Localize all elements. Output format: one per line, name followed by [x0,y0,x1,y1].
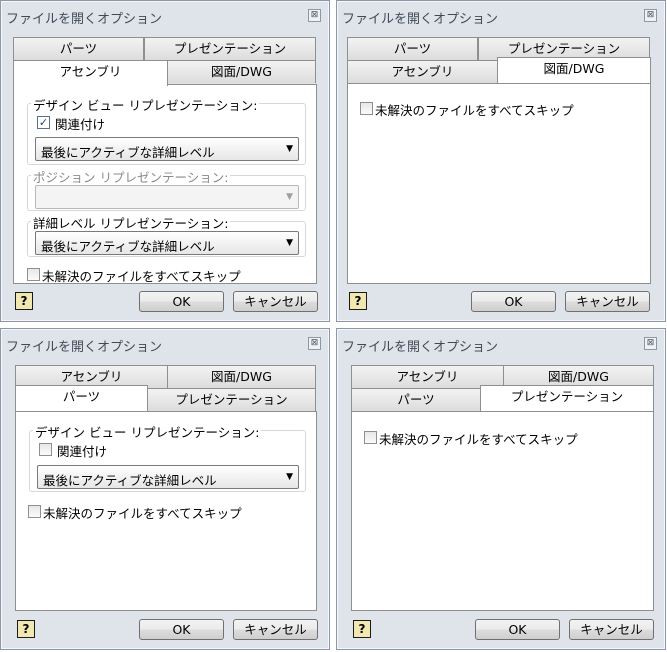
ok-button[interactable]: OK [475,619,560,640]
design-view-group: デザイン ビュー リプレゼンテーション: 関連付け 最後にアクティブな詳細レベル… [29,422,306,492]
help-icon[interactable]: ? [353,620,371,638]
cancel-button[interactable]: キャンセル [565,291,650,312]
window-title: ファイルを開くオプション [6,12,163,27]
dialog-assembly: ファイルを開くオプション ⊠ パーツ プレゼンテーション アセンブリ 図面/DW… [0,0,330,322]
skip-unresolved-label: 未解決のファイルをすべてスキップ [375,103,574,118]
ok-button[interactable]: OK [139,619,224,640]
tab-panel: 未解決のファイルをすべてスキップ [347,83,651,284]
ok-button[interactable]: OK [139,291,224,312]
chevron-down-icon: ▼ [286,144,293,154]
chevron-down-icon: ▼ [286,238,293,248]
tab-presentation[interactable]: プレゼンテーション [147,388,316,411]
design-view-label: デザイン ビュー リプレゼンテーション: [31,95,260,114]
lod-group: 詳細レベル リプレゼンテーション: 最後にアクティブな詳細レベル ▼ [27,213,306,257]
tab-drawing[interactable]: 図面/DWG [497,57,651,83]
cancel-button[interactable]: キャンセル [233,291,318,312]
position-label: ポジション リプレゼンテーション: [31,167,231,186]
skip-unresolved-label: 未解決のファイルをすべてスキップ [42,269,241,284]
design-view-dropdown[interactable]: 最後にアクティブな詳細レベル ▼ [35,137,299,161]
tab-assembly[interactable]: アセンブリ [13,60,168,86]
tab-panel: デザイン ビュー リプレゼンテーション: 関連付け 最後にアクティブな詳細レベル… [15,411,317,611]
dialog-parts: ファイルを開くオプション ⊠ アセンブリ 図面/DWG パーツ プレゼンテーショ… [0,328,330,650]
tab-drawing[interactable]: 図面/DWG [167,60,316,83]
help-icon[interactable]: ? [349,292,367,310]
skip-unresolved-label: 未解決のファイルをすべてスキップ [43,506,242,521]
title-bar: ファイルを開くオプション ⊠ [337,1,665,31]
title-bar: ファイルを開くオプション ⊠ [1,1,329,31]
title-bar: ファイルを開くオプション ⊠ [1,329,329,359]
tab-panel: 未解決のファイルをすべてスキップ [351,411,654,611]
design-view-label: デザイン ビュー リプレゼンテーション: [33,422,262,441]
dropdown-value: 最後にアクティブな詳細レベル [41,239,215,254]
close-icon[interactable]: ⊠ [644,9,657,22]
chevron-down-icon: ▼ [286,472,293,482]
window-title: ファイルを開くオプション [6,340,163,355]
skip-unresolved-checkbox[interactable] [28,505,41,518]
ok-button[interactable]: OK [471,291,556,312]
lod-label: 詳細レベル リプレゼンテーション: [31,213,231,232]
tab-parts[interactable]: パーツ [13,37,144,60]
tab-presentation[interactable]: プレゼンテーション [480,385,654,411]
cancel-button[interactable]: キャンセル [233,619,318,640]
help-icon[interactable]: ? [17,620,35,638]
design-view-group: デザイン ビュー リプレゼンテーション: ✓ 関連付け 最後にアクティブな詳細レ… [27,95,306,165]
dialog-presentation: ファイルを開くオプション ⊠ アセンブリ 図面/DWG パーツ プレゼンテーショ… [336,328,666,650]
lod-dropdown[interactable]: 最後にアクティブな詳細レベル ▼ [35,231,299,255]
dialog-drawing: ファイルを開くオプション ⊠ パーツ プレゼンテーション アセンブリ 図面/DW… [336,0,666,322]
skip-unresolved-label: 未解決のファイルをすべてスキップ [379,432,578,447]
tab-parts[interactable]: パーツ [15,385,148,411]
close-icon[interactable]: ⊠ [308,337,321,350]
tab-drawing[interactable]: 図面/DWG [167,365,316,388]
associative-label: 関連付け [57,444,108,459]
skip-unresolved-checkbox[interactable] [360,102,373,115]
close-icon[interactable]: ⊠ [644,337,657,350]
associative-checkbox[interactable] [39,443,52,456]
tab-parts[interactable]: パーツ [347,37,478,60]
position-dropdown: ▼ [35,185,299,209]
dropdown-value: 最後にアクティブな詳細レベル [41,145,215,160]
skip-unresolved-checkbox[interactable] [27,268,40,281]
design-view-dropdown[interactable]: 最後にアクティブな詳細レベル ▼ [37,465,299,489]
cancel-button[interactable]: キャンセル [569,619,654,640]
tab-assembly[interactable]: アセンブリ [347,60,498,83]
close-icon[interactable]: ⊠ [308,9,321,22]
window-title: ファイルを開くオプション [342,340,499,355]
window-title: ファイルを開くオプション [342,12,499,27]
tab-presentation[interactable]: プレゼンテーション [144,37,316,60]
dropdown-value: 最後にアクティブな詳細レベル [43,473,217,488]
title-bar: ファイルを開くオプション ⊠ [337,329,665,359]
associative-label: 関連付け [55,117,106,132]
tab-parts[interactable]: パーツ [351,388,481,411]
position-group: ポジション リプレゼンテーション: ▼ [27,167,306,211]
tab-panel: デザイン ビュー リプレゼンテーション: ✓ 関連付け 最後にアクティブな詳細レ… [13,84,317,284]
associative-checkbox[interactable]: ✓ [37,116,50,129]
help-icon[interactable]: ? [15,292,33,310]
chevron-down-icon: ▼ [286,192,293,202]
skip-unresolved-checkbox[interactable] [364,431,377,444]
